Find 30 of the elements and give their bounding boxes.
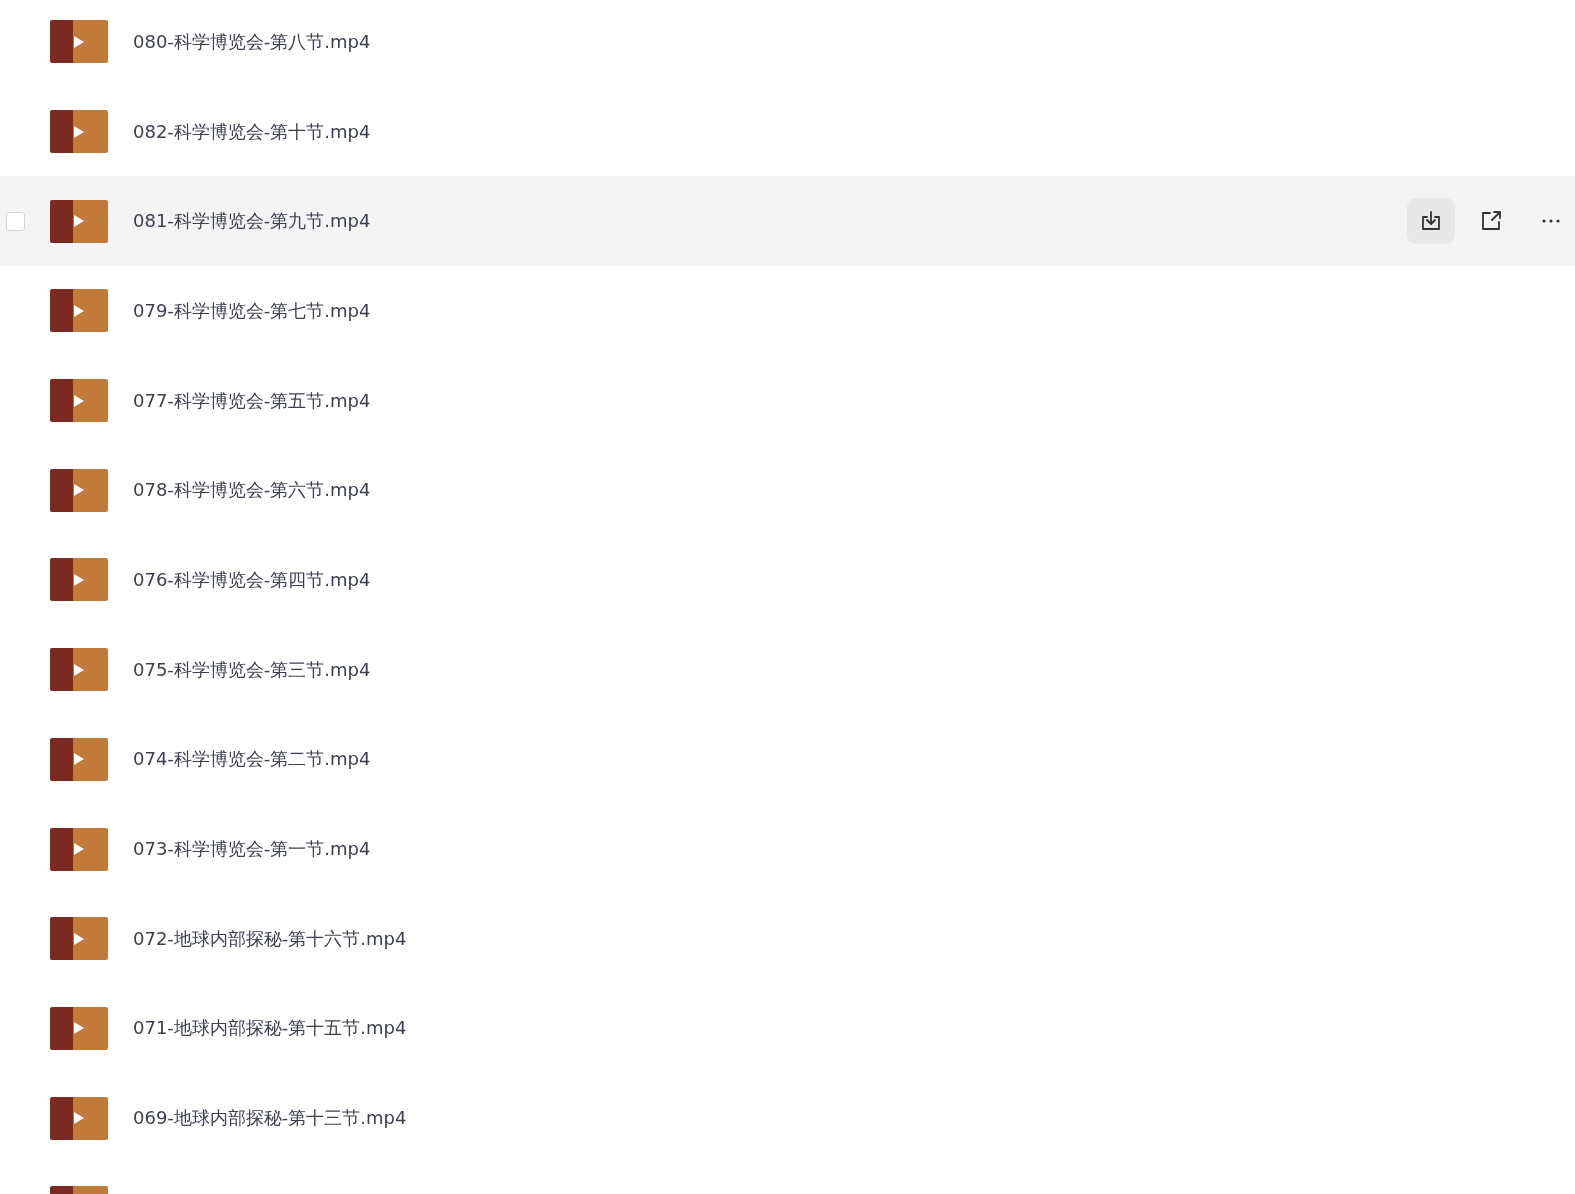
play-icon	[73, 303, 85, 318]
file-name[interactable]: 076-科学博览会-第四节.mp4	[133, 567, 371, 592]
file-name[interactable]: 082-科学博览会-第十节.mp4	[133, 119, 371, 144]
play-icon	[73, 572, 85, 587]
file-name[interactable]: 079-科学博览会-第七节.mp4	[133, 298, 371, 323]
more-icon	[1541, 219, 1561, 224]
play-icon	[73, 1021, 85, 1036]
play-icon	[73, 842, 85, 857]
file-name[interactable]: 073-科学博览会-第一节.mp4	[133, 837, 371, 862]
play-icon	[73, 34, 85, 49]
row-checkbox[interactable]	[6, 211, 25, 231]
play-icon	[73, 124, 85, 139]
play-icon	[73, 483, 85, 498]
file-name[interactable]: 074-科学博览会-第二节.mp4	[133, 747, 371, 772]
file-name[interactable]: 081-科学博览会-第九节.mp4	[133, 209, 371, 234]
file-name[interactable]: 072-地球内部探秘-第十六节.mp4	[133, 926, 407, 951]
play-icon	[73, 1111, 85, 1126]
play-icon	[73, 214, 85, 229]
download-button[interactable]	[1407, 198, 1455, 245]
play-icon	[73, 662, 85, 677]
play-icon	[73, 393, 85, 408]
file-row-highlight[interactable]: 081-科学博览会-第九节.mp4	[0, 176, 1575, 267]
play-icon	[73, 752, 85, 767]
file-name[interactable]: 078-科学博览会-第六节.mp4	[133, 478, 371, 503]
file-name[interactable]: 071-地球内部探秘-第十五节.mp4	[133, 1016, 407, 1041]
file-name[interactable]: 075-科学博览会-第三节.mp4	[133, 657, 371, 682]
play-icon	[73, 931, 85, 946]
file-name[interactable]: 077-科学博览会-第五节.mp4	[133, 388, 371, 413]
file-name[interactable]: 069-地球内部探秘-第十三节.mp4	[133, 1106, 407, 1131]
file-name[interactable]: 080-科学博览会-第八节.mp4	[133, 29, 371, 54]
